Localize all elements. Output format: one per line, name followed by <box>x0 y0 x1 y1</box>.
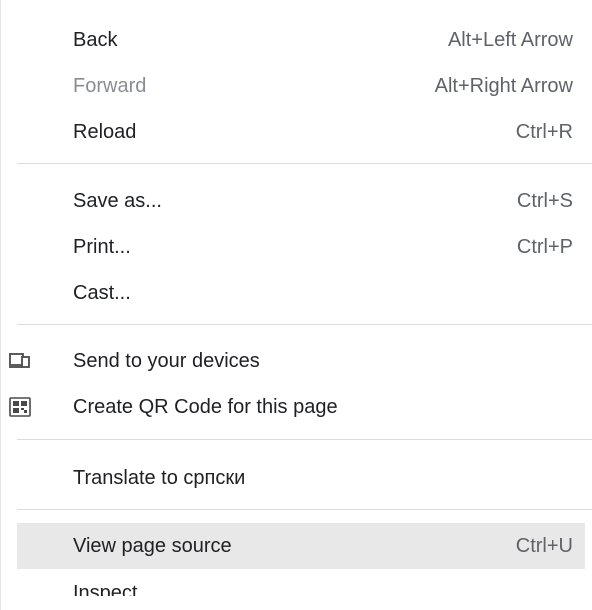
menu-separator <box>17 439 592 440</box>
menu-item-view-page-source[interactable]: View page source Ctrl+U <box>17 523 585 569</box>
menu-item-label: Back <box>73 29 118 51</box>
menu-item-cast[interactable]: Cast... <box>1 270 592 316</box>
menu-separator <box>17 163 592 164</box>
menu-item-save-as[interactable]: Save as... Ctrl+S <box>1 178 592 224</box>
menu-item-reload[interactable]: Reload Ctrl+R <box>1 109 592 155</box>
menu-separator <box>17 509 592 510</box>
menu-bottom-crop <box>1 596 592 610</box>
menu-item-shortcut: Ctrl+R <box>515 121 573 143</box>
menu-item-label: Cast... <box>73 282 131 304</box>
menu-item-shortcut: Ctrl+P <box>516 236 573 258</box>
menu-item-label: Forward <box>73 75 147 97</box>
menu-item-print[interactable]: Print... Ctrl+P <box>1 224 592 270</box>
menu-item-send-to-devices[interactable]: Send to your devices <box>1 338 592 384</box>
menu-item-label: Reload <box>73 121 137 143</box>
menu-separator <box>17 324 592 325</box>
menu-item-forward[interactable]: Forward Alt+Right Arrow <box>1 63 592 109</box>
menu-item-shortcut: Alt+Left Arrow <box>447 29 573 51</box>
menu-item-label: Create QR Code for this page <box>73 396 338 418</box>
menu-item-shortcut: Alt+Right Arrow <box>434 75 573 97</box>
context-menu: Back Alt+Left Arrow Forward Alt+Right Ar… <box>0 0 592 610</box>
menu-item-label: Print... <box>73 236 131 258</box>
menu-item-label: View page source <box>73 535 232 557</box>
menu-item-shortcut: Ctrl+U <box>515 535 573 557</box>
menu-item-label: Translate to српски <box>73 467 246 489</box>
menu-item-label: Save as... <box>73 190 162 212</box>
devices-icon <box>9 351 31 371</box>
menu-item-translate[interactable]: Translate to српски <box>1 455 592 501</box>
menu-item-create-qr-code[interactable]: Create QR Code for this page <box>1 384 592 430</box>
qr-code-icon <box>9 397 31 417</box>
menu-item-back[interactable]: Back Alt+Left Arrow <box>1 17 592 63</box>
menu-item-shortcut: Ctrl+S <box>516 190 573 212</box>
menu-item-label: Send to your devices <box>73 350 260 372</box>
